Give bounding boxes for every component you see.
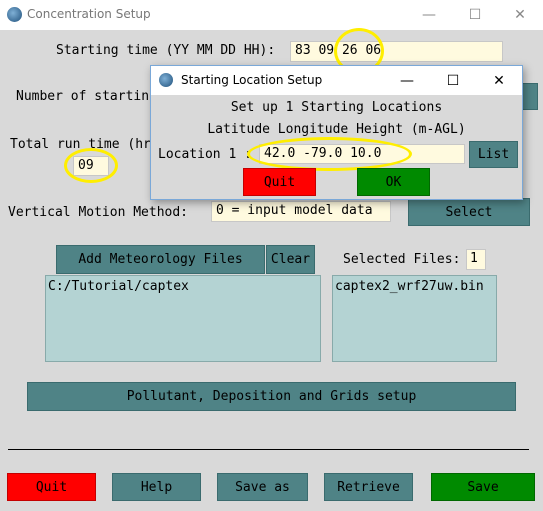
globe-icon (159, 73, 173, 87)
maximize-button[interactable]: ☐ (452, 0, 498, 30)
vertical-motion-input[interactable]: 0 = input model data (211, 201, 391, 222)
directory-listbox[interactable]: C:/Tutorial/captex (45, 275, 321, 362)
retrieve-button[interactable]: Retrieve (324, 473, 413, 501)
pollutant-deposition-grids-button[interactable]: Pollutant, Deposition and Grids setup (27, 382, 516, 411)
num-locations-label: Number of startin (16, 89, 150, 104)
vertical-motion-label: Vertical Motion Method: (8, 205, 189, 220)
save-button[interactable]: Save (431, 473, 535, 501)
start-time-input[interactable]: 83 09 26 06 (290, 41, 503, 62)
highlight-circle-location (247, 137, 412, 171)
divider (8, 449, 529, 450)
selected-files-label: Selected Files: (343, 252, 461, 267)
dialog-quit-button[interactable]: Quit (243, 168, 316, 196)
help-button[interactable]: Help (112, 473, 201, 501)
dialog-close-button[interactable]: ✕ (476, 66, 522, 95)
dialog-subheading: Latitude Longitude Height (m-AGL) (207, 122, 466, 137)
save-as-button[interactable]: Save as (217, 473, 308, 501)
start-time-label: Starting time (YY MM DD HH): (56, 43, 276, 58)
dialog-maximize-button[interactable]: ☐ (430, 66, 476, 95)
list-item[interactable]: C:/Tutorial/captex (48, 279, 318, 294)
globe-icon (7, 7, 22, 22)
dialog-minimize-button[interactable]: — (384, 66, 430, 95)
selected-files-count: 1 (466, 249, 486, 270)
list-button[interactable]: List (469, 141, 518, 168)
select-button[interactable]: Select (408, 198, 530, 226)
location-1-label: Location 1 : (158, 147, 252, 162)
quit-button[interactable]: Quit (7, 473, 96, 501)
add-meteorology-files-button[interactable]: Add Meteorology Files (56, 245, 265, 274)
dialog-title: Starting Location Setup (181, 73, 323, 87)
window-title: Concentration Setup (27, 7, 151, 21)
clear-button[interactable]: Clear (266, 245, 315, 274)
file-listbox[interactable]: captex2_wrf27uw.bin (332, 275, 497, 362)
minimize-button[interactable]: — (406, 0, 452, 30)
list-item[interactable]: captex2_wrf27uw.bin (335, 279, 494, 294)
highlight-circle-runtime (64, 148, 118, 183)
close-button[interactable]: ✕ (497, 0, 543, 30)
starting-location-dialog: Starting Location Setup — ☐ ✕ Set up 1 S… (150, 65, 523, 200)
dialog-ok-button[interactable]: OK (357, 168, 430, 196)
dialog-heading: Set up 1 Starting Locations (230, 100, 443, 115)
